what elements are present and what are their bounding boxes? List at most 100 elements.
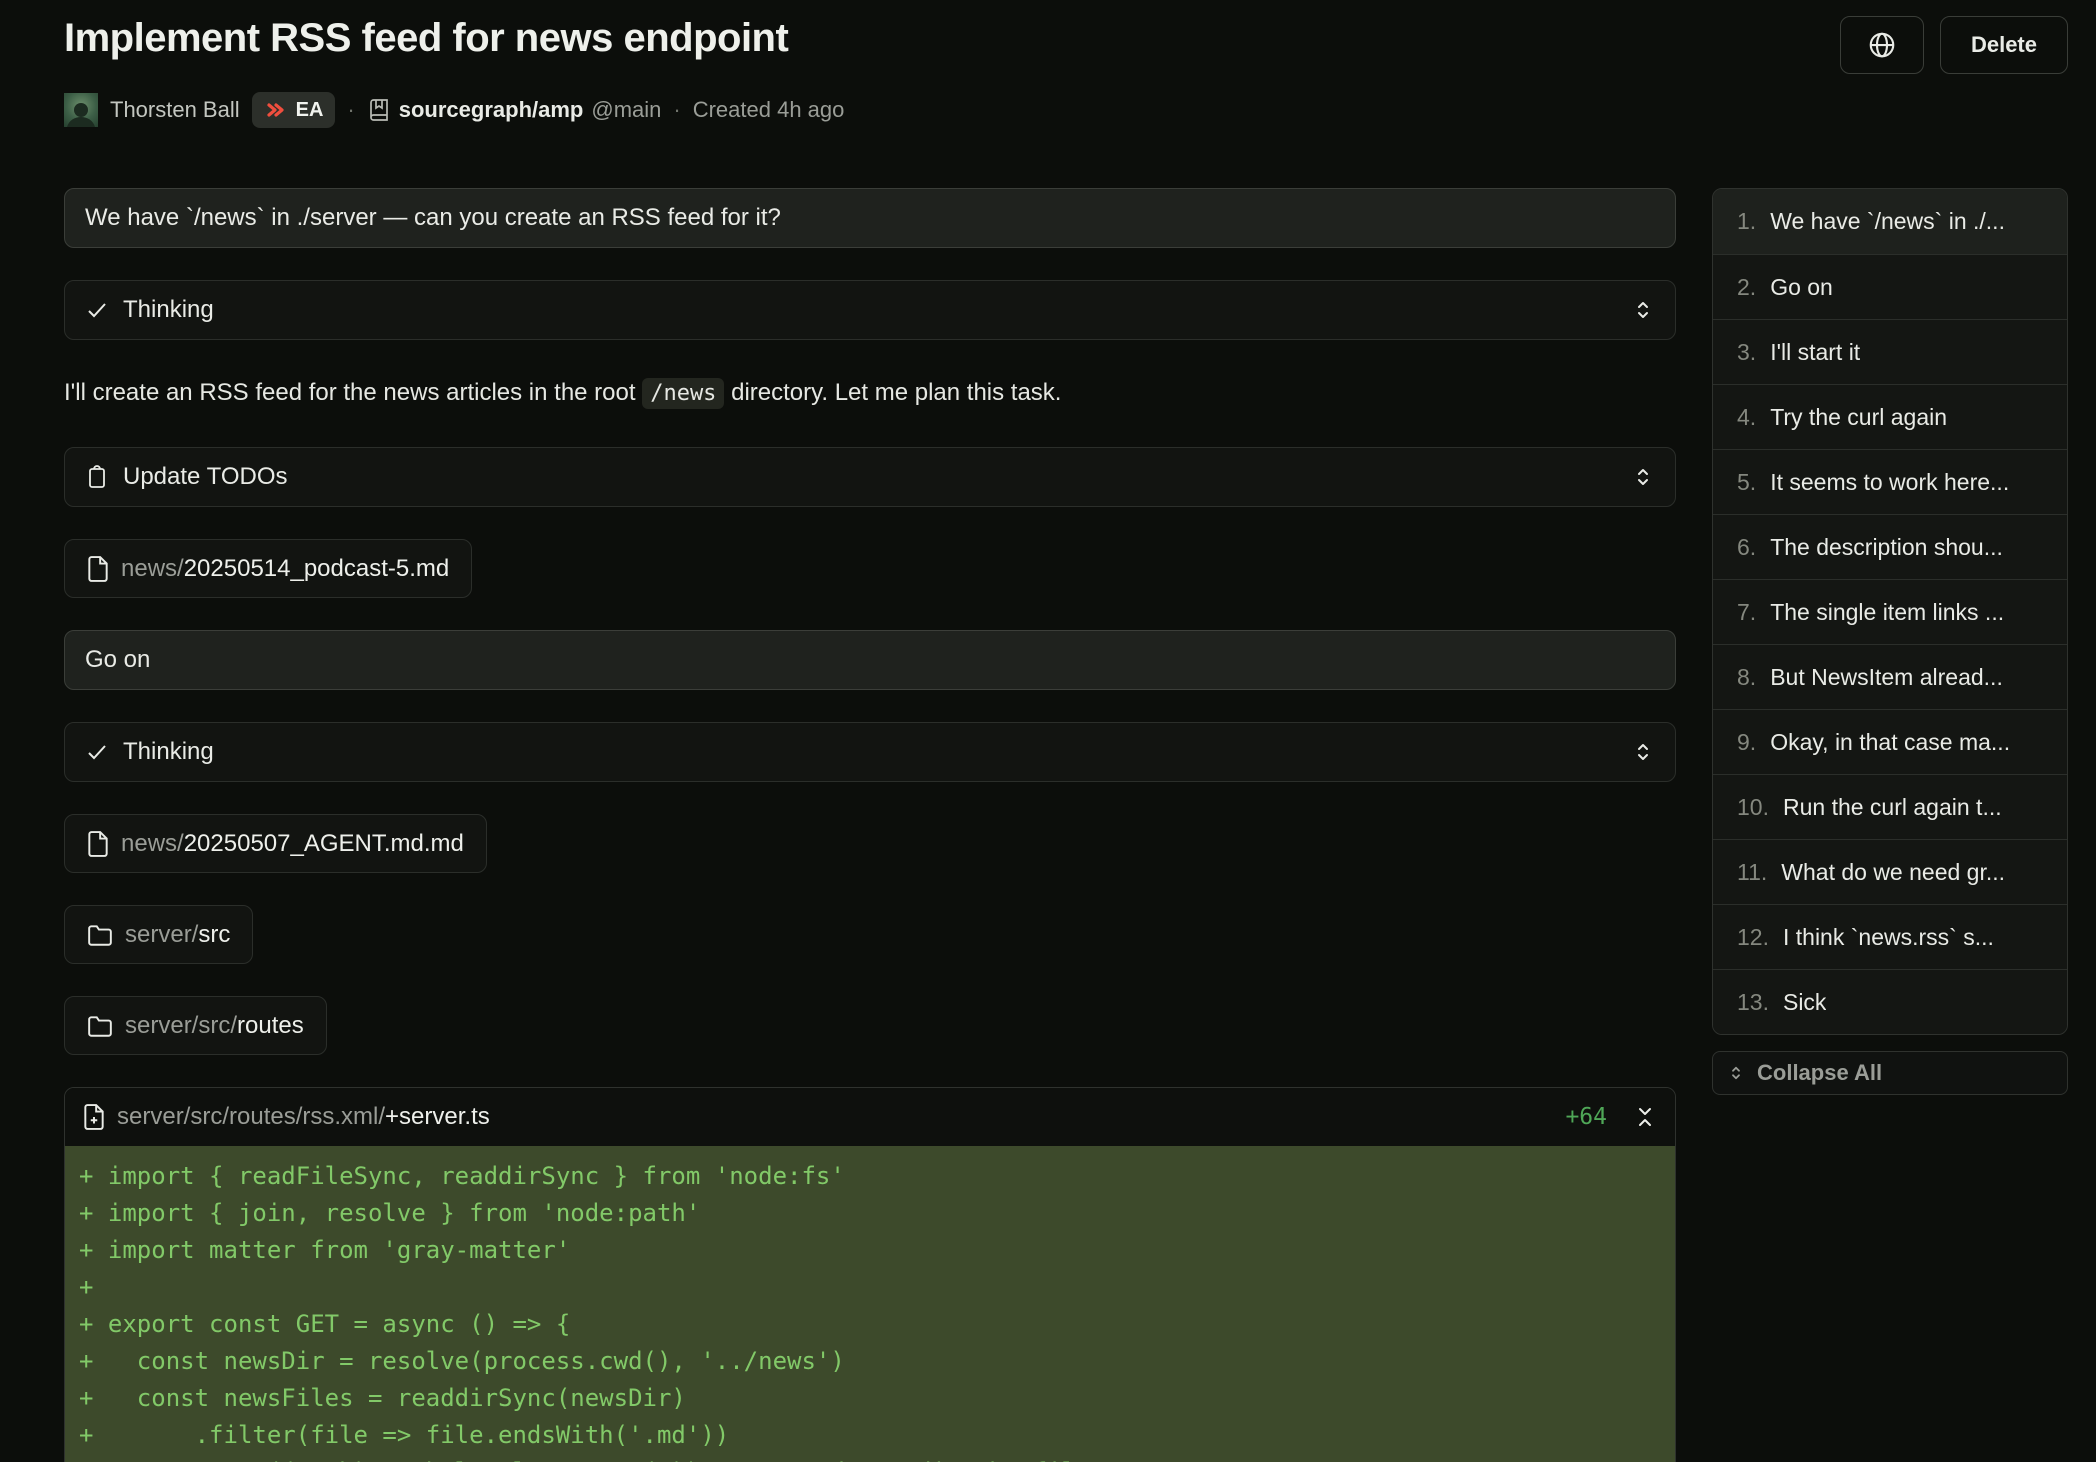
file-icon — [87, 556, 109, 582]
inline-code: /news — [642, 378, 724, 409]
outline-item-12[interactable]: 12.I think `news.rss` s... — [1713, 904, 2067, 969]
page-header: Implement RSS feed for news endpoint Del… — [64, 14, 2068, 74]
collapse-all-button[interactable]: Collapse All — [1712, 1051, 2068, 1095]
outline-item-number: 8. — [1737, 664, 1756, 691]
file-chip[interactable]: news/20250507_AGENT.md.md — [64, 814, 487, 873]
diff-code-body: + import { readFileSync, readdirSync } f… — [65, 1146, 1675, 1462]
chip-file-name: 20250514_podcast-5.md — [184, 555, 450, 582]
diff-path-prefix: server/src/routes/rss.xml/ — [117, 1103, 385, 1130]
chevrons-up-down-icon — [1631, 465, 1655, 489]
thread-meta: Thorsten Ball EA · sourcegraph/amp@main … — [64, 92, 2068, 128]
page-title: Implement RSS feed for news endpoint — [64, 14, 788, 62]
outline-item-5[interactable]: 5. It seems to work here... — [1713, 449, 2067, 514]
outline-item-number: 11. — [1737, 859, 1767, 886]
outline-item-label: It seems to work here... — [1770, 469, 2009, 496]
assistant-paragraph: I'll create an RSS feed for the news art… — [64, 376, 1676, 411]
outline-item-number: 5. — [1737, 469, 1756, 496]
message-outline-list: 1.We have `/news` in ./... 2. Go on 3. I'l… — [1712, 188, 2068, 1035]
diff-line: + const newsFiles = readdirSync(newsDir) — [79, 1380, 1675, 1417]
outline-item-label: Try the curl again — [1770, 404, 1947, 431]
thread-page: Implement RSS feed for news endpoint Del… — [0, 0, 2096, 1462]
diff-line: + — [79, 1269, 1675, 1306]
folder-chip[interactable]: server/src/routes — [64, 996, 327, 1055]
outline-item-number: 3. — [1737, 339, 1756, 366]
outline-item-2[interactable]: 2. Go on — [1713, 254, 2067, 319]
user-message: We have `/news` in ./server — can you cr… — [64, 188, 1676, 248]
outline-item-6[interactable]: 6.The description shou... — [1713, 514, 2067, 579]
user-message-text: We have `/news` in ./server — can you cr… — [85, 204, 781, 232]
outline-item-number: 1. — [1737, 208, 1756, 235]
clipboard-icon — [85, 465, 109, 489]
diff-card: server/src/routes/rss.xml/+server.ts +64… — [64, 1087, 1676, 1462]
file-chip[interactable]: news/20250514_podcast-5.md — [64, 539, 472, 598]
delete-button[interactable]: Delete — [1940, 16, 2068, 74]
update-todos-section[interactable]: Update TODOs — [64, 447, 1676, 507]
conversation-column: We have `/news` in ./server — can you cr… — [64, 188, 1676, 1462]
chip-path-prefix: news/ — [121, 830, 184, 857]
update-todos-label: Update TODOs — [123, 463, 288, 491]
chip-file-name: 20250507_AGENT.md.md — [184, 830, 464, 857]
added-lines-count: +64 — [1565, 1104, 1607, 1130]
outline-item-1[interactable]: 1.We have `/news` in ./... — [1713, 189, 2067, 254]
amp-logo-icon — [264, 98, 288, 122]
chip-folder-name: src — [198, 921, 230, 948]
collapse-all-label: Collapse All — [1757, 1060, 1882, 1086]
chip-path-prefix: news/ — [121, 555, 184, 582]
header-actions: Delete — [1840, 16, 2068, 74]
outline-item-number: 2. — [1737, 274, 1756, 301]
outline-item-7[interactable]: 7. The single item links ... — [1713, 579, 2067, 644]
message-outline-sidebar: 1.We have `/news` in ./... 2. Go on 3. I'l… — [1712, 188, 2068, 1095]
outline-item-label: The description shou... — [1770, 534, 2003, 561]
outline-item-13[interactable]: 13. Sick — [1713, 969, 2067, 1034]
outline-item-9[interactable]: 9.Okay, in that case ma... — [1713, 709, 2067, 774]
collapse-icon[interactable] — [1633, 1105, 1657, 1129]
branch-name: @main — [591, 97, 661, 123]
diff-line: + import matter from 'gray-matter' — [79, 1232, 1675, 1269]
outline-item-number: 7. — [1737, 599, 1756, 626]
early-access-badge: EA — [252, 92, 336, 128]
paragraph-text: directory. Let me plan this task. — [724, 379, 1061, 406]
outline-item-label: Run the curl again t... — [1783, 794, 2002, 821]
file-plus-icon — [83, 1104, 105, 1130]
folder-icon — [87, 1014, 113, 1038]
file-icon — [87, 831, 109, 857]
outline-item-number: 13. — [1737, 989, 1769, 1016]
thinking-section[interactable]: Thinking — [64, 280, 1676, 340]
outline-item-10[interactable]: 10. Run the curl again t... — [1713, 774, 2067, 839]
diff-line: + const newsDir = resolve(process.cwd(),… — [79, 1343, 1675, 1380]
outline-item-label: I think `news.rss` s... — [1783, 924, 1994, 951]
share-globe-button[interactable] — [1840, 16, 1924, 74]
outline-item-number: 4. — [1737, 404, 1756, 431]
author-name: Thorsten Ball — [110, 97, 240, 123]
chevrons-up-down-icon — [1631, 740, 1655, 764]
folder-chip[interactable]: server/src — [64, 905, 253, 964]
user-message: Go on — [64, 630, 1676, 690]
outline-item-3[interactable]: 3. I'll start it — [1713, 319, 2067, 384]
outline-item-label: I'll start it — [1770, 339, 1860, 366]
outline-item-label: The single item links ... — [1770, 599, 2004, 626]
dot-separator: · — [347, 97, 354, 123]
outline-item-label: Sick — [1783, 989, 1826, 1016]
diff-line: + import { join, resolve } from 'node:pa… — [79, 1195, 1675, 1232]
diff-card-header[interactable]: server/src/routes/rss.xml/+server.ts +64 — [65, 1088, 1675, 1146]
outline-item-number: 10. — [1737, 794, 1769, 821]
outline-item-4[interactable]: 4. Try the curl again — [1713, 384, 2067, 449]
repo-link[interactable]: sourcegraph/amp @main — [367, 97, 662, 123]
check-icon — [85, 298, 109, 322]
outline-item-11[interactable]: 11.What do we need gr... — [1713, 839, 2067, 904]
thinking-label: Thinking — [123, 738, 214, 766]
globe-icon — [1867, 30, 1897, 60]
outline-item-8[interactable]: 8.But NewsItem alread... — [1713, 644, 2067, 709]
diff-line: + .filter(file => file.endsWith('.md')) — [79, 1417, 1675, 1454]
chip-path-prefix: server/src/ — [125, 1012, 237, 1039]
chevrons-up-down-icon — [1631, 298, 1655, 322]
repo-name: sourcegraph/amp — [399, 97, 584, 123]
outline-item-label: Go on — [1770, 274, 1833, 301]
thinking-section[interactable]: Thinking — [64, 722, 1676, 782]
chevrons-up-down-small-icon — [1727, 1064, 1745, 1082]
dot-separator: · — [673, 97, 680, 123]
check-icon — [85, 740, 109, 764]
repo-book-icon — [367, 98, 391, 122]
chip-path-prefix: server/ — [125, 921, 198, 948]
folder-icon — [87, 923, 113, 947]
